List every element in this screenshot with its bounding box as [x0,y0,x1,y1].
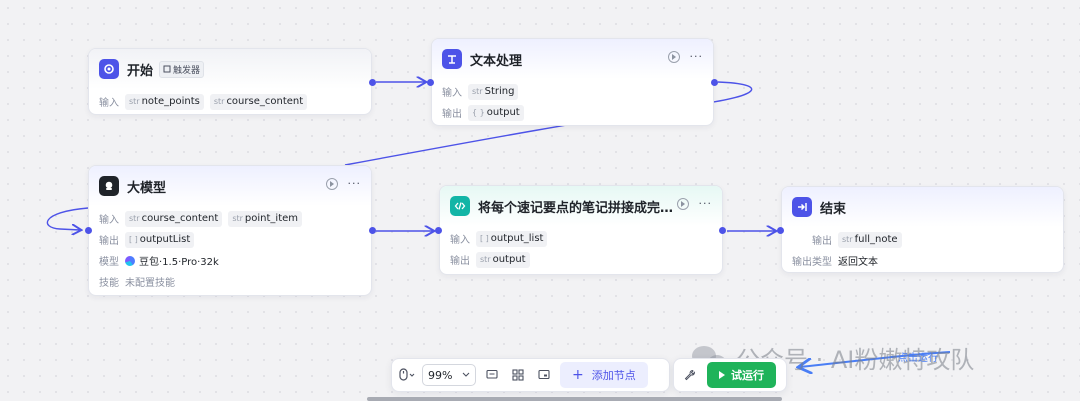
output-type-value: 返回文本 [838,257,878,268]
node-end-output-type: 输出类型 返回文本 [792,250,1053,271]
canvas-toolbar: 99% + 添加节点 [391,358,670,392]
code-input-port[interactable] [435,227,442,234]
end-input-port[interactable] [777,227,784,234]
play-icon[interactable] [667,51,680,63]
input-label: 输入 [450,235,470,246]
code-output-port[interactable] [719,227,726,234]
output-chip: { } output [468,104,524,121]
run-toolbar: 试运行 [673,358,787,392]
comment-icon [486,369,498,379]
output-label: 输出 [99,236,119,247]
interaction-mode-button[interactable] [398,364,416,386]
node-code-inputs: 输入 [ ] output_list [450,228,712,249]
minimap-icon [538,369,550,380]
input-label: 输入 [99,215,119,226]
node-start-inputs: 输入 str note_points str course_content [99,91,361,112]
workflow-canvas[interactable]: 开始 触发器 输入 str note_points str course_conte… [0,0,1080,401]
node-text-process-title: 文本处理 [470,53,523,69]
input-chip: [ ] output_list [476,230,548,247]
node-llm-title: 大模型 [127,180,167,196]
test-run-label: 试运行 [731,369,764,382]
start-icon [99,59,119,79]
play-icon [719,371,725,379]
output-label: 输出 [450,256,470,267]
skill-value: 未配置技能 [125,278,175,289]
llm-input-port[interactable] [85,227,92,234]
node-llm-header: 大模型 ··· [89,166,371,206]
skill-label: 技能 [99,278,119,289]
layout-icon [512,369,524,381]
more-icon[interactable]: ··· [348,178,362,190]
model-logo-icon [125,255,135,266]
code-icon [450,196,470,216]
model-label: 模型 [99,257,119,268]
text-process-output-port[interactable] [711,79,718,86]
output-label: 输出 [812,236,832,247]
node-start-title: 开始 [127,63,154,79]
zoom-select[interactable]: 99% [422,364,476,386]
node-start[interactable]: 开始 触发器 输入 str note_points str course_conte… [88,48,372,115]
node-llm[interactable]: 大模型 ··· 输入 str course_content str point_it… [88,165,372,296]
more-icon[interactable]: ··· [699,198,713,210]
node-start-header: 开始 触发器 [89,49,371,89]
zoom-value: 99% [428,368,453,382]
trigger-icon [163,65,171,73]
debug-tools-button[interactable] [679,364,701,386]
chevron-down-icon [462,372,470,377]
node-llm-inputs: 输入 str course_content str point_item [99,208,361,229]
minimap-button[interactable] [534,364,554,386]
annotation-text: 点击运行 [898,353,938,364]
input-label: 输入 [442,88,462,99]
end-icon [792,197,812,217]
output-label: 输出 [442,109,462,120]
node-end-title: 结束 [820,201,847,217]
output-chip: str output [476,251,530,268]
node-code-header: 将每个速记要点的笔记拼接成完… ··· [440,186,722,226]
node-llm-outputs: 输出 [ ] outputList [99,229,361,250]
output-chip: [ ] outputList [125,231,195,248]
trigger-tag[interactable]: 触发器 [159,60,205,78]
node-llm-model: 模型 豆包·1.5·Pro·32k [99,250,361,271]
text-process-input-port[interactable] [427,79,434,86]
node-end-outputs: 输出 str full_note [792,229,1053,250]
edge-llm-loop-in [46,207,89,230]
llm-output-port[interactable] [369,227,376,234]
output-chip: str full_note [838,231,902,248]
play-icon[interactable] [676,198,689,210]
input-chip: str note_points [125,93,204,110]
layout-button[interactable] [508,364,528,386]
add-node-button[interactable]: + 添加节点 [560,362,648,388]
node-code-title: 将每个速记要点的笔记拼接成完… [478,200,674,216]
node-text-process-outputs: 输出 { } output [442,102,703,123]
node-code-outputs: 输出 str output [450,249,712,270]
input-chip: str String [468,83,519,100]
horizontal-scrollbar[interactable] [367,397,782,401]
output-type-label: 输出类型 [792,257,832,268]
trigger-tag-label: 触发器 [173,65,201,76]
node-text-process-inputs: 输入 str String [442,81,703,102]
start-output-port[interactable] [369,79,376,86]
llm-icon [99,176,119,196]
node-code[interactable]: 将每个速记要点的笔记拼接成完… ··· 输入 [ ] output_list 输出… [439,185,723,275]
more-icon[interactable]: ··· [690,51,704,63]
node-text-process[interactable]: 文本处理 ··· 输入 str String 输出 { } output [431,38,714,126]
comment-button[interactable] [482,364,502,386]
play-icon[interactable] [325,178,338,190]
wrench-icon [684,369,696,381]
input-label: 输入 [99,98,119,109]
node-end-header: 结束 [782,187,1063,227]
mouse-icon [399,368,415,381]
input-chip: str course_content [125,210,223,227]
test-run-button[interactable]: 试运行 [707,362,776,388]
input-chip: str course_content [209,93,308,110]
plus-icon: + [572,367,584,383]
model-value: 豆包·1.5·Pro·32k [139,257,219,268]
node-text-process-header: 文本处理 ··· [432,39,713,79]
text-process-icon [442,49,462,69]
node-end[interactable]: 结束 输出 str full_note 输出类型 返回文本 [781,186,1064,273]
add-node-label: 添加节点 [591,369,636,382]
node-llm-skill: 技能 未配置技能 [99,271,361,292]
input-chip: str point_item [228,210,303,227]
